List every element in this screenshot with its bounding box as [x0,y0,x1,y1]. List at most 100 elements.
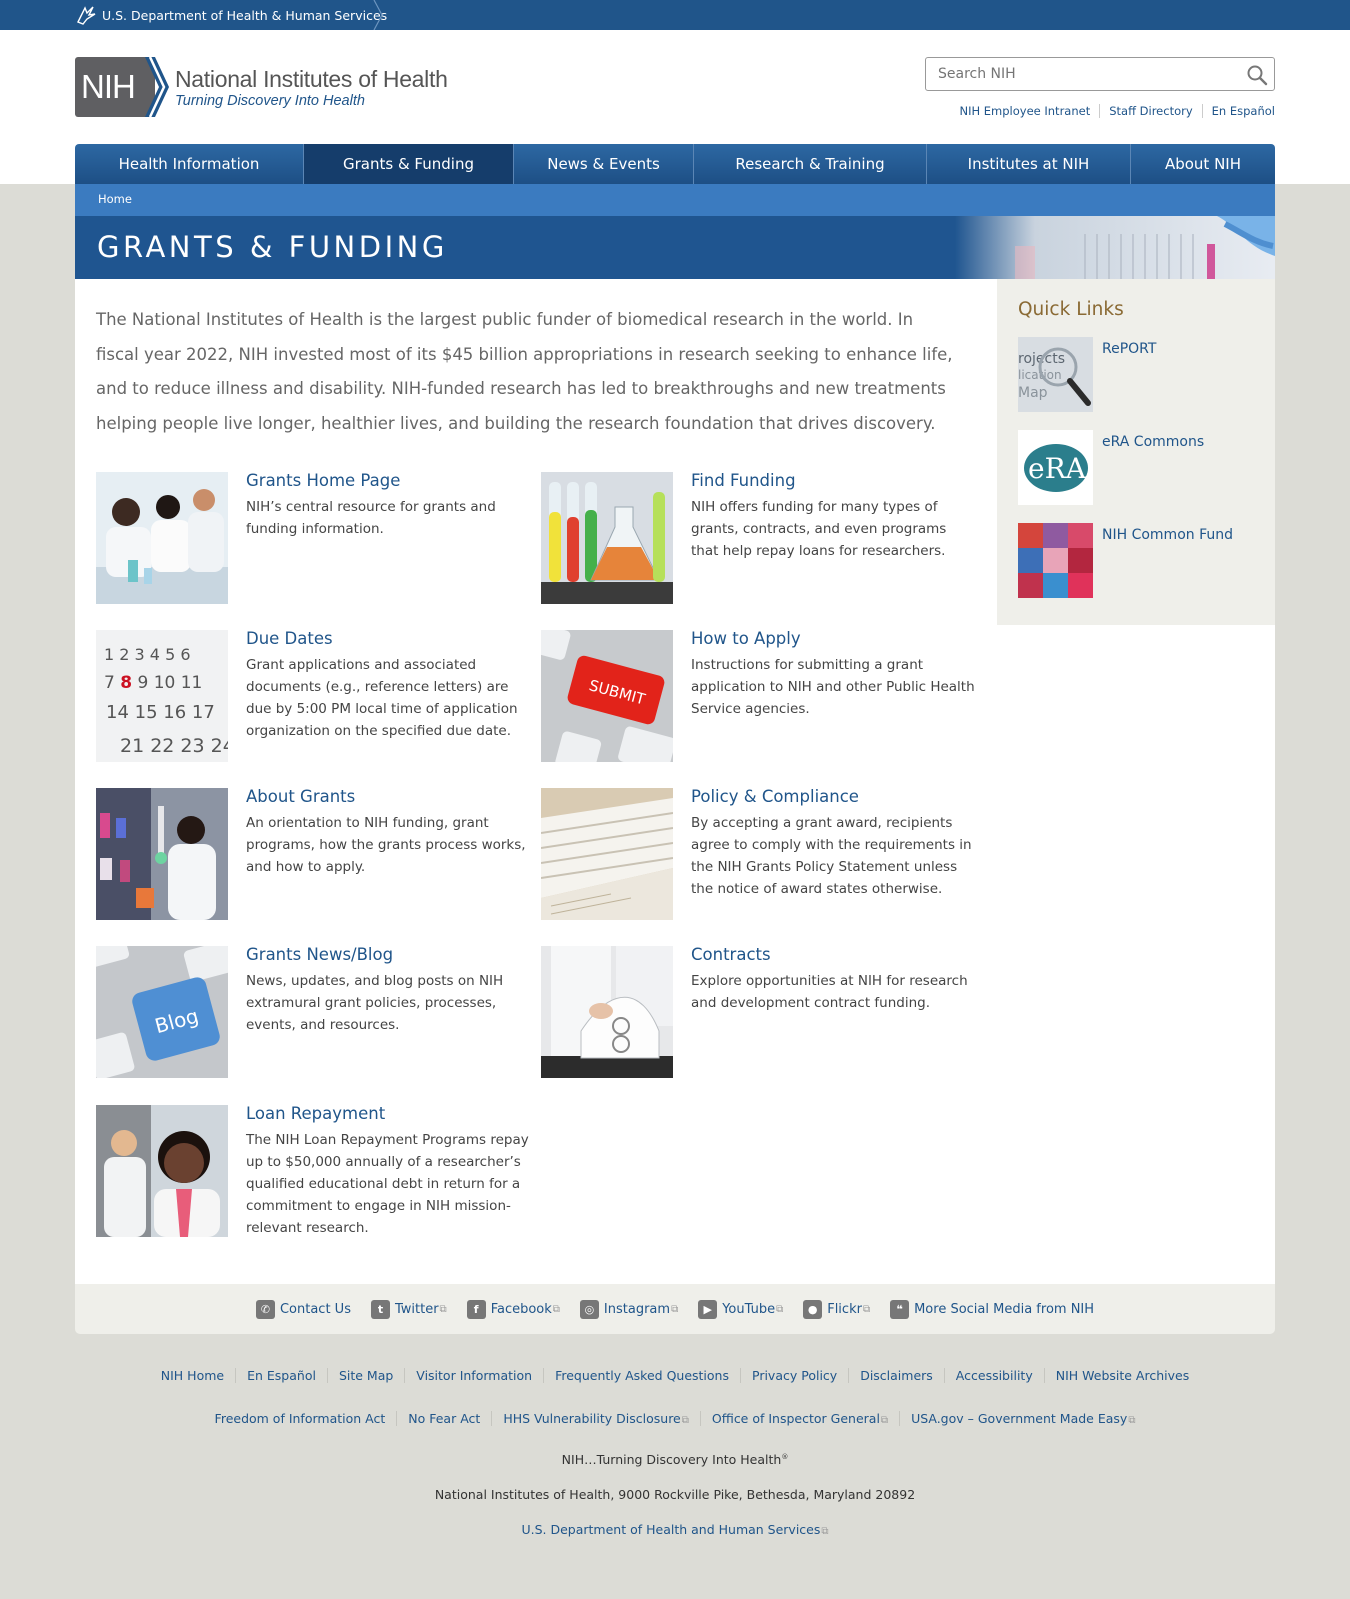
external-link-icon: ⧉ [439,1303,447,1315]
instagram-link[interactable]: ◎ Instagram ⧉ [579,1299,679,1319]
footer-nih-home[interactable]: NIH Home [150,1368,235,1383]
grants-home-page-link[interactable]: Grants Home Page [246,471,400,490]
footer-accessibility[interactable]: Accessibility [943,1368,1044,1383]
card-policy-compliance: Policy & Compliance By accepting a grant… [541,787,972,928]
card-loan-repayment: Loan Repayment The NIH Loan Repayment Pr… [96,1104,529,1245]
blog-key-image[interactable]: Blog [96,946,228,1078]
policy-compliance-link[interactable]: Policy & Compliance [691,787,859,806]
footer-address: National Institutes of Health, 9000 Rock… [434,1487,916,1502]
footer-visitor-info[interactable]: Visitor Information [404,1368,543,1383]
page-title: GRANTS & FUNDING [97,230,448,264]
footer-links-row-1: NIH Home En Español Site Map Visitor Inf… [75,1368,1275,1383]
search-input[interactable] [926,58,1226,90]
submit-key-image[interactable]: SUBMIT [541,630,673,762]
breadcrumb: Home [75,184,1275,216]
card-find-funding: Find Funding NIH offers funding for many… [541,471,961,612]
search-icon[interactable] [1246,64,1268,86]
nih-logo[interactable]: NIH National Institutes of Health Turnin… [75,56,448,118]
card-description: By accepting a grant award, recipients a… [691,815,972,897]
quick-link-report: rojects lication Map RePORT [1018,337,1268,412]
intro-text: The National Institutes of Health is the… [96,310,953,433]
report-link[interactable]: RePORT [1102,341,1156,357]
footer-vulnerability[interactable]: HHS Vulnerability Disclosure⧉ [491,1411,700,1426]
footer-usa-gov[interactable]: USA.gov – Government Made Easy⧉ [899,1411,1146,1426]
footer-en-espanol[interactable]: En Español [235,1368,327,1383]
lab-tubes-banner-image [955,216,1275,279]
card-about-grants: About Grants An orientation to NIH fundi… [96,787,526,928]
chat-icon: ❝ [890,1299,910,1319]
footer-inspector-general[interactable]: Office of Inspector General⧉ [699,1411,899,1426]
logo-title: National Institutes of Health [175,65,448,92]
binder-contract-image[interactable] [541,946,673,1078]
contracts-link[interactable]: Contracts [691,945,771,964]
en-espanol-link[interactable]: En Español [1201,104,1275,118]
hhs-label: U.S. Department of Health & Human Servic… [102,7,388,23]
researchers-lab-image[interactable] [96,472,228,604]
due-dates-link[interactable]: Due Dates [246,629,333,648]
calendar-image[interactable]: 1 2 3 4 5 6 7 8 9 10 11 14 15 16 17 21 2… [96,630,228,762]
nav-news-events[interactable]: News & Events [513,144,693,184]
search-box [925,57,1275,91]
card-grants-news-blog: Blog Grants News/Blog News, updates, and… [96,945,516,1086]
report-magnifier-image[interactable]: rojects lication Map [1018,337,1093,412]
footer-foia[interactable]: Freedom of Information Act [204,1411,397,1426]
svg-text:7 8 9 10 11: 7 8 9 10 11 [104,673,202,693]
external-link-icon: ⧉ [671,1303,679,1315]
hhs-bar: U.S. Department of Health & Human Servic… [0,0,1350,30]
hhs-link[interactable]: U.S. Department of Health & Human Servic… [75,0,387,30]
flickr-icon: ● [803,1299,823,1319]
era-image-text: eRA [1028,452,1087,485]
quick-links-sidebar: Quick Links rojects lication Map RePORT … [997,279,1275,625]
card-description: Instructions for submitting a grant appl… [691,657,975,717]
external-link-icon: ⧉ [681,1415,689,1426]
common-fund-link[interactable]: NIH Common Fund [1102,527,1233,543]
footer-site-map[interactable]: Site Map [326,1368,404,1383]
flickr-link[interactable]: ● Flickr ⧉ [803,1299,871,1319]
quick-link-era-commons: eRA eRA Commons [1018,430,1268,505]
nav-about-nih[interactable]: About NIH [1130,144,1275,184]
external-link-icon: ⧉ [862,1303,871,1315]
svg-text:Map: Map [1018,385,1048,401]
contact-us-link[interactable]: ✆ Contact Us [255,1299,351,1319]
test-tubes-image[interactable] [541,472,673,604]
youtube-link[interactable]: ▶ YouTube ⧉ [698,1299,783,1319]
staff-directory-link[interactable]: Staff Directory [1099,104,1201,118]
footer-faq[interactable]: Frequently Asked Questions [543,1368,740,1383]
quick-link-common-fund: NIH Common Fund [1018,523,1268,598]
breadcrumb-home[interactable]: Home [98,192,132,206]
employee-intranet-link[interactable]: NIH Employee Intranet [950,104,1099,118]
external-link-icon: ⧉ [821,1526,829,1537]
footer-privacy[interactable]: Privacy Policy [740,1368,848,1383]
logo-abbr: NIH [81,68,136,105]
documents-stack-image[interactable] [541,788,673,920]
twitter-link[interactable]: t Twitter ⧉ [370,1299,447,1319]
main-content: The National Institutes of Health is the… [75,279,997,1284]
era-commons-link[interactable]: eRA Commons [1102,434,1204,450]
footer-no-fear[interactable]: No Fear Act [396,1411,491,1426]
hhs-eagle-icon [77,6,96,25]
nav-health-information[interactable]: Health Information [75,144,303,184]
nav-grants-funding[interactable]: Grants & Funding [303,144,513,184]
footer-links-row-2: Freedom of Information Act No Fear Act H… [75,1411,1275,1426]
common-fund-image[interactable] [1018,523,1093,598]
twitter-icon: t [370,1299,390,1319]
footer-disclaimers[interactable]: Disclaimers [848,1368,944,1383]
how-to-apply-link[interactable]: How to Apply [691,629,801,648]
find-funding-link[interactable]: Find Funding [691,471,796,490]
loan-repayment-link[interactable]: Loan Repayment [246,1104,385,1123]
footer-hhs-link[interactable]: U.S. Department of Health and Human Serv… [521,1522,828,1537]
nav-research-training[interactable]: Research & Training [693,144,926,184]
card-description: The NIH Loan Repayment Programs repay up… [246,1132,529,1236]
facebook-link[interactable]: f Facebook ⧉ [466,1299,560,1319]
about-grants-link[interactable]: About Grants [246,787,355,806]
calendar-image-text: 1 2 3 4 5 6 [104,645,191,664]
era-logo-image[interactable]: eRA [1018,430,1093,505]
nih-logo-mark: NIH [75,56,171,118]
nav-institutes[interactable]: Institutes at NIH [926,144,1130,184]
more-social-link[interactable]: ❝ More Social Media from NIH [890,1299,1094,1319]
smiling-researcher-image[interactable] [96,1105,228,1237]
scientist-pipette-image[interactable] [96,788,228,920]
footer-archives[interactable]: NIH Website Archives [1043,1368,1201,1383]
grants-news-blog-link[interactable]: Grants News/Blog [246,945,393,964]
chevron-right-icon [373,0,383,30]
